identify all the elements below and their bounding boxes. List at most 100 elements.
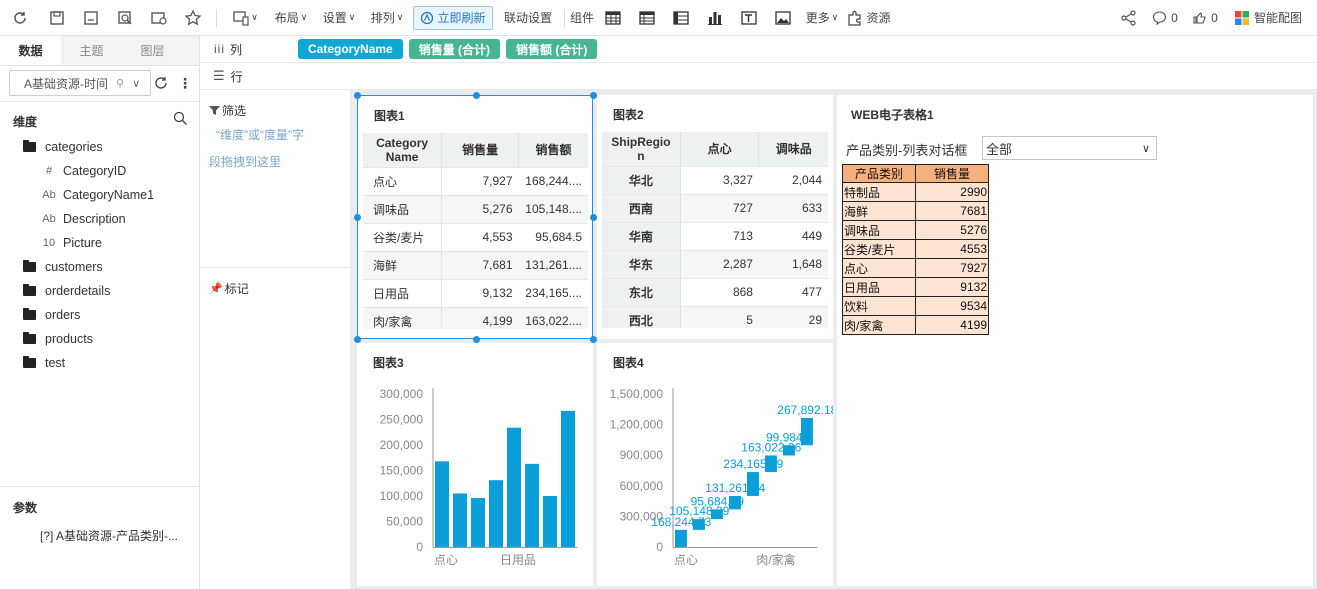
resize-handle[interactable] <box>354 336 361 343</box>
resize-handle[interactable] <box>354 92 361 99</box>
dimension-search-icon[interactable] <box>173 111 188 129</box>
table-cell[interactable]: 东北 <box>602 278 681 307</box>
sheet-cell[interactable]: 4199 <box>915 315 989 335</box>
sheet-row[interactable]: 点心 7927 <box>842 258 989 278</box>
linkage-settings-button[interactable]: 联动设置 <box>495 0 561 36</box>
table-cell[interactable]: 131,261.... <box>518 251 588 280</box>
layout-menu[interactable]: 布局 ∨ <box>267 0 315 36</box>
sheet-row[interactable]: 调味品 5276 <box>842 220 989 240</box>
table-row[interactable]: 西北 5 29 <box>602 306 828 328</box>
table-cell[interactable]: 477 <box>758 278 828 307</box>
preview-icon[interactable] <box>108 0 142 36</box>
table-cell[interactable]: 调味品 <box>363 195 443 224</box>
sheet-cell[interactable]: 谷类/麦片 <box>842 239 916 259</box>
table-cell[interactable]: 234,165.... <box>518 279 588 308</box>
table-cell[interactable]: 西北 <box>602 306 681 328</box>
refresh-icon[interactable] <box>0 0 40 36</box>
table-cell[interactable]: 5 <box>680 306 759 328</box>
resize-handle[interactable] <box>590 336 597 343</box>
tree-folder-customers[interactable]: customers <box>0 255 199 279</box>
resize-handle[interactable] <box>590 92 597 99</box>
tree-field[interactable]: 10 Picture <box>0 231 199 255</box>
pivot-icon[interactable] <box>664 0 698 36</box>
sheet-cell[interactable]: 5276 <box>915 220 989 240</box>
sheet-cell[interactable]: 特制品 <box>842 182 916 202</box>
sheet-row[interactable]: 海鲜 7681 <box>842 201 989 221</box>
table-header[interactable]: 点心 <box>680 132 760 167</box>
table-cell[interactable]: 7,927 <box>441 167 519 196</box>
table-cell[interactable]: 7,681 <box>441 251 519 280</box>
table-cell[interactable]: 谷类/麦片 <box>363 223 443 252</box>
smart-chart-button[interactable]: 智能配图 <box>1225 0 1311 36</box>
table-header[interactable]: ShipRegion <box>602 132 681 167</box>
sheet-header[interactable]: 产品类别 <box>842 164 916 183</box>
table-row[interactable]: 肉/家禽 4,199 163,022.... <box>363 307 588 329</box>
bar-chart-icon[interactable] <box>698 0 732 36</box>
chart2-card[interactable]: 图表2 ShipRegion 点心 调味品 华北 3,327 2,044 西南 727 6… <box>597 95 833 339</box>
table-row[interactable]: 谷类/麦片 4,553 95,684.5 <box>363 223 588 252</box>
table-cell[interactable]: 日用品 <box>363 279 443 308</box>
table-cell[interactable]: 3,327 <box>680 166 759 195</box>
table-cell[interactable]: 西南 <box>602 194 681 223</box>
tree-folder-categories[interactable]: categories <box>0 135 199 159</box>
table-cell[interactable]: 5,276 <box>441 195 519 224</box>
table-row[interactable]: 华北 3,327 2,044 <box>602 166 828 195</box>
table-cell[interactable]: 4,199 <box>441 307 519 329</box>
save-icon[interactable] <box>40 0 74 36</box>
table-cell[interactable]: 4,553 <box>441 223 519 252</box>
tree-folder-orders[interactable]: orders <box>0 303 199 327</box>
table-cell[interactable]: 868 <box>680 278 759 307</box>
filter-section[interactable]: 筛选 <box>209 102 246 119</box>
sheet-cell[interactable]: 7681 <box>915 201 989 221</box>
sheet-row[interactable]: 肉/家禽 4199 <box>842 315 989 335</box>
arrange-menu[interactable]: 排列 ∨ <box>363 0 411 36</box>
text-icon[interactable] <box>732 0 766 36</box>
settings-menu[interactable]: 设置 ∨ <box>315 0 363 36</box>
table-cell[interactable]: 713 <box>680 222 759 251</box>
resize-handle[interactable] <box>590 214 597 221</box>
more-vertical-icon[interactable]: ⋮ <box>178 75 192 91</box>
sheet-cell[interactable]: 调味品 <box>842 220 916 240</box>
table-cell[interactable]: 1,648 <box>758 250 828 279</box>
table-row[interactable]: 东北 868 477 <box>602 278 828 307</box>
save-as-icon[interactable] <box>74 0 108 36</box>
table-row[interactable]: 调味品 5,276 105,148.... <box>363 195 588 224</box>
table-cell[interactable]: 华东 <box>602 250 681 279</box>
sheet-row[interactable]: 特制品 2990 <box>842 182 989 202</box>
sheet-row[interactable]: 日用品 9132 <box>842 277 989 297</box>
table-row[interactable]: 华东 2,287 1,648 <box>602 250 828 279</box>
table-cell[interactable]: 点心 <box>363 167 443 196</box>
category-filter-select[interactable]: 全部 ∨ <box>982 136 1157 160</box>
sheet-cell[interactable]: 肉/家禽 <box>842 315 916 335</box>
table-cell[interactable]: 727 <box>680 194 759 223</box>
image-icon[interactable] <box>766 0 800 36</box>
sheet-cell[interactable]: 饮料 <box>842 296 916 316</box>
table-cell[interactable]: 2,044 <box>758 166 828 195</box>
table-header[interactable]: 调味品 <box>758 132 828 167</box>
device-icon[interactable]: ∨ <box>223 0 267 36</box>
chart3-card[interactable]: 图表3 300,000 250,000 200,000 150,000 100,000 5… <box>357 343 593 586</box>
comment-button[interactable]: 0 <box>1145 0 1185 36</box>
tree-field[interactable]: # CategoryID <box>0 159 199 183</box>
table-cell[interactable]: 95,684.5 <box>518 223 588 252</box>
tree-field[interactable]: Ab Description <box>0 207 199 231</box>
table-cell[interactable]: 633 <box>758 194 828 223</box>
column-shelf[interactable]: iii 列 CategoryName 销售量 (合计) 销售额 (合计) <box>200 36 1317 63</box>
row-shelf[interactable]: ☰ 行 <box>200 63 1317 90</box>
tab-theme[interactable]: 主题 <box>61 36 122 65</box>
sheet-cell[interactable]: 9534 <box>915 296 989 316</box>
table-cell[interactable]: 168,244.... <box>518 167 588 196</box>
tree-folder-orderdetails[interactable]: orderdetails <box>0 279 199 303</box>
dataset-select[interactable]: A基础资源-时间 ⚲ ∨ <box>9 70 151 96</box>
tree-folder-test[interactable]: test <box>0 351 199 375</box>
table-cell[interactable]: 29 <box>758 306 828 328</box>
sheet-cell[interactable]: 海鲜 <box>842 201 916 221</box>
like-button[interactable]: 0 <box>1185 0 1225 36</box>
tab-layers[interactable]: 图层 <box>122 36 183 65</box>
sheet-cell[interactable]: 9132 <box>915 277 989 297</box>
sheet-row[interactable]: 饮料 9534 <box>842 296 989 316</box>
resources-button[interactable]: 资源 <box>844 0 894 36</box>
resize-handle[interactable] <box>473 92 480 99</box>
param-item[interactable]: [?] A基础资源-产品类别-... <box>40 527 178 544</box>
share-icon[interactable] <box>1113 0 1145 36</box>
